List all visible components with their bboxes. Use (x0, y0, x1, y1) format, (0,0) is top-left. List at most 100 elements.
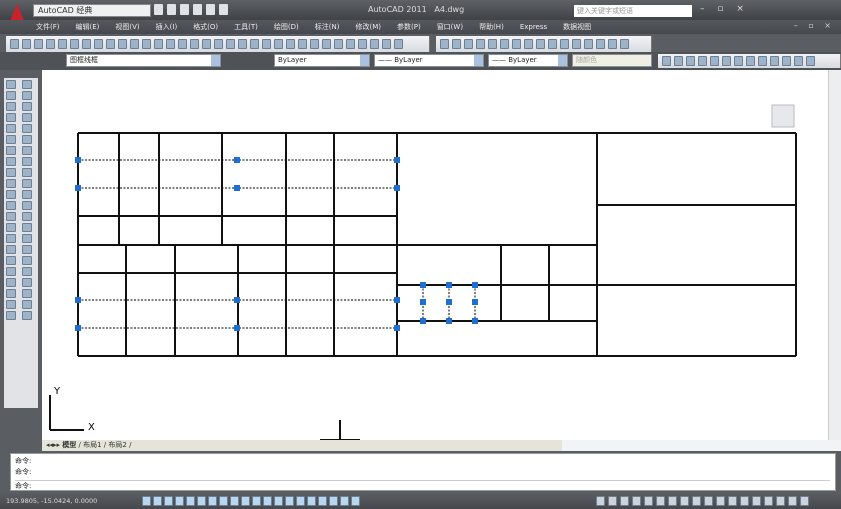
toggle-icon[interactable] (296, 496, 305, 506)
modify-tool-icon[interactable] (674, 56, 683, 66)
tray-icon[interactable] (668, 496, 677, 506)
draw-tool-icon[interactable] (22, 300, 32, 309)
tray-icon[interactable] (764, 496, 773, 506)
dimension-tool-icon[interactable] (512, 39, 521, 49)
draw-tool-icon[interactable] (6, 245, 16, 254)
toolbar-icon[interactable] (178, 39, 187, 49)
grip-handle[interactable] (472, 318, 478, 324)
linetype-dropdown[interactable]: —— ByLayer (374, 54, 484, 67)
draw-tool-icon[interactable] (6, 91, 16, 100)
toggle-icon[interactable] (340, 496, 349, 506)
tray-icon[interactable] (740, 496, 749, 506)
toolbar-icon[interactable] (358, 39, 367, 49)
dimension-tool-icon[interactable] (560, 39, 569, 49)
command-window[interactable]: 命令: 命令: 命令: (10, 453, 836, 491)
toggle-icon[interactable] (285, 496, 294, 506)
grip-handle[interactable] (446, 299, 452, 305)
color-dropdown[interactable]: ByLayer (274, 54, 370, 67)
draw-tool-icon[interactable] (6, 256, 16, 265)
toggle-icon[interactable] (208, 496, 217, 506)
tray-icon[interactable] (788, 496, 797, 506)
draw-tool-icon[interactable] (6, 201, 16, 210)
draw-tool-icon[interactable] (6, 179, 16, 188)
draw-tool-icon[interactable] (22, 278, 32, 287)
tray-icon[interactable] (596, 496, 605, 506)
draw-tool-icon[interactable] (6, 124, 16, 133)
drawing[interactable]: YX (42, 70, 841, 441)
dimension-tool-icon[interactable] (584, 39, 593, 49)
draw-tool-icon[interactable] (22, 190, 32, 199)
modify-tool-icon[interactable] (806, 56, 815, 66)
draw-tool-icon[interactable] (22, 102, 32, 111)
toggle-icon[interactable] (230, 496, 239, 506)
toggle-icon[interactable] (241, 496, 250, 506)
grip-handle[interactable] (75, 157, 81, 163)
toolbar-icon[interactable] (118, 39, 127, 49)
dimension-tool-icon[interactable] (452, 39, 461, 49)
tray-icon[interactable] (644, 496, 653, 506)
draw-tool-icon[interactable] (22, 146, 32, 155)
dimension-tool-icon[interactable] (548, 39, 557, 49)
tray-icon[interactable] (620, 496, 629, 506)
toolbar-icon[interactable] (10, 39, 19, 49)
toolbar-icon[interactable] (106, 39, 115, 49)
tray-icon[interactable] (776, 496, 785, 506)
draw-tool-icon[interactable] (6, 168, 16, 177)
draw-tool-icon[interactable] (6, 234, 16, 243)
undo-icon[interactable] (206, 4, 215, 15)
dimension-tool-icon[interactable] (620, 39, 629, 49)
tray-icon[interactable] (716, 496, 725, 506)
toolbar-icon[interactable] (274, 39, 283, 49)
redo-icon[interactable] (219, 4, 228, 15)
grip-handle[interactable] (446, 282, 452, 288)
draw-tool-icon[interactable] (22, 223, 32, 232)
grip-handle[interactable] (234, 157, 240, 163)
grip-handle[interactable] (75, 325, 81, 331)
toggle-icon[interactable] (263, 496, 272, 506)
tab-layout2[interactable]: 布局2 (108, 441, 126, 449)
tray-icon[interactable] (656, 496, 665, 506)
menu-item[interactable]: 数据视图 (563, 20, 591, 34)
grip-handle[interactable] (394, 157, 400, 163)
tab-layout1[interactable]: 布局1 (83, 441, 101, 449)
draw-tool-icon[interactable] (22, 234, 32, 243)
toolbar-icon[interactable] (298, 39, 307, 49)
menu-item[interactable]: 插入(I) (156, 20, 178, 34)
modify-tool-icon[interactable] (698, 56, 707, 66)
modify-tool-icon[interactable] (662, 56, 671, 66)
dimension-tool-icon[interactable] (536, 39, 545, 49)
draw-tool-icon[interactable] (6, 80, 16, 89)
grip-handle[interactable] (420, 299, 426, 305)
draw-tool-icon[interactable] (22, 124, 32, 133)
toolbar-icon[interactable] (166, 39, 175, 49)
draw-tool-icon[interactable] (6, 102, 16, 111)
menu-item[interactable]: 编辑(E) (76, 20, 100, 34)
modify-tool-icon[interactable] (782, 56, 791, 66)
toolbar-icon[interactable] (82, 39, 91, 49)
draw-tool-icon[interactable] (22, 212, 32, 221)
toggle-icon[interactable] (197, 496, 206, 506)
tray-icon[interactable] (632, 496, 641, 506)
menu-item[interactable]: 帮助(H) (479, 20, 504, 34)
grip-handle[interactable] (394, 325, 400, 331)
draw-tool-icon[interactable] (6, 267, 16, 276)
draw-tool-icon[interactable] (6, 157, 16, 166)
draw-tool-icon[interactable] (22, 201, 32, 210)
toolbar-icon[interactable] (310, 39, 319, 49)
layer-dropdown[interactable]: 图框线框 (66, 54, 221, 67)
viewcube[interactable] (771, 104, 795, 128)
toggle-icon[interactable] (142, 496, 151, 506)
menu-item[interactable]: 参数(P) (397, 20, 421, 34)
new-icon[interactable] (154, 4, 163, 15)
modify-tool-icon[interactable] (722, 56, 731, 66)
dimension-tool-icon[interactable] (608, 39, 617, 49)
grip-handle[interactable] (234, 325, 240, 331)
workspace-selector[interactable]: AutoCAD 经典 (33, 4, 151, 17)
tray-icon[interactable] (752, 496, 761, 506)
horizontal-scrollbar[interactable] (562, 440, 841, 451)
draw-tool-icon[interactable] (22, 267, 32, 276)
draw-tool-icon[interactable] (22, 80, 32, 89)
dimension-tool-icon[interactable] (476, 39, 485, 49)
grip-handle[interactable] (234, 185, 240, 191)
grip-handle[interactable] (75, 297, 81, 303)
